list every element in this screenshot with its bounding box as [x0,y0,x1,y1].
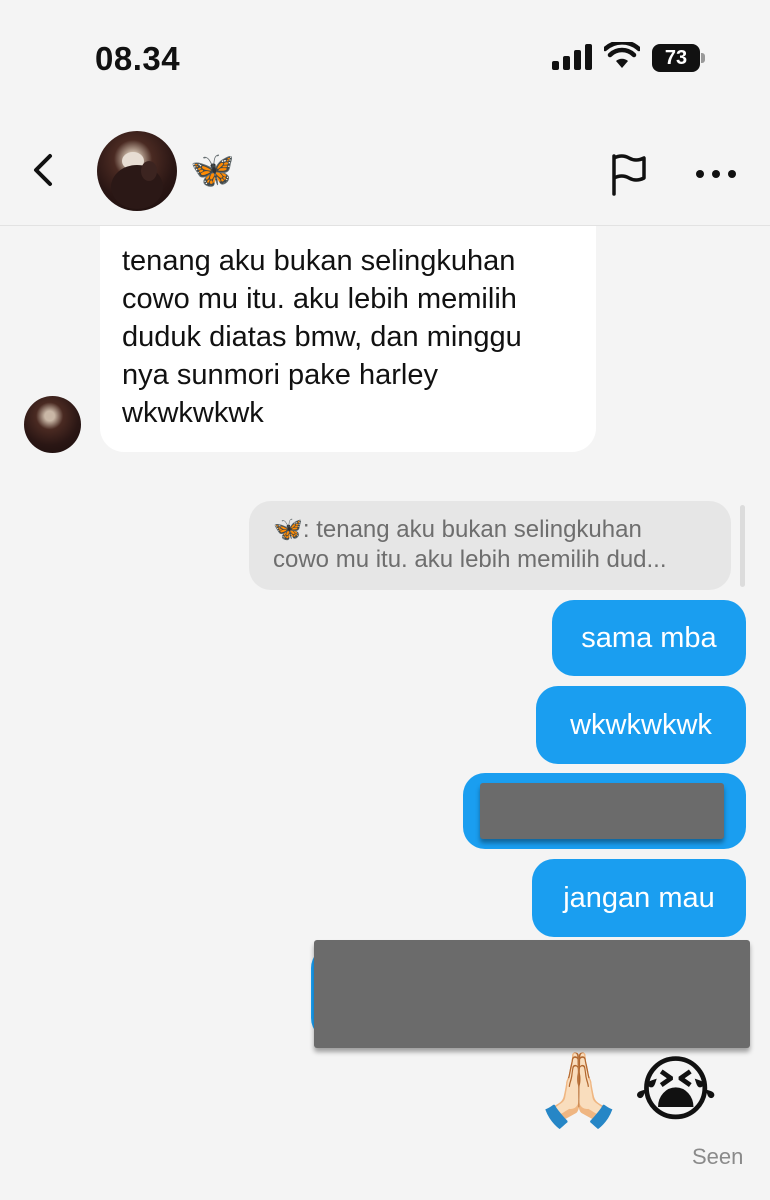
battery-tip [701,53,705,63]
avatar-image [111,152,163,209]
sent-message[interactable]: sama mba [552,600,746,676]
battery-indicator: 73 [652,44,706,72]
more-options-icon[interactable] [692,150,740,198]
status-bar: 08.34 73 [0,0,770,120]
emoji-message[interactable]: 🙏🏻 😭 [534,1048,718,1132]
crying-face-emoji: 😭 [633,1050,718,1130]
seen-status: Seen [692,1144,744,1169]
flag-icon[interactable] [604,150,652,198]
contact-avatar[interactable] [97,131,177,211]
reply-quote-bar [740,505,745,587]
dm-chat-screen: 08.34 73 🦋 tenang aku bukan selingkuhan … [0,0,770,1200]
back-arrow-icon[interactable] [22,148,66,192]
cellular-signal-icon [552,44,592,70]
redaction-block [314,940,750,1048]
chat-header: 🦋 [0,120,770,226]
battery-level: 73 [652,44,700,72]
received-message[interactable]: tenang aku bukan selingkuhan cowo mu itu… [100,226,596,452]
folded-hands-emoji: 🙏🏻 [534,1050,624,1130]
wifi-icon [604,42,640,68]
redaction-block [480,783,724,839]
sent-message[interactable]: wkwkwkwk [536,686,746,764]
sent-message-redacted[interactable] [311,940,750,1048]
reply-quote[interactable]: 🦋: tenang aku bukan selingkuhan cowo mu … [249,501,731,590]
status-time: 08.34 [95,40,181,77]
sender-avatar[interactable] [24,396,81,453]
sent-message[interactable]: jangan mau [532,859,746,937]
sent-message-redacted[interactable] [463,773,746,849]
contact-name[interactable]: 🦋 [190,148,235,192]
